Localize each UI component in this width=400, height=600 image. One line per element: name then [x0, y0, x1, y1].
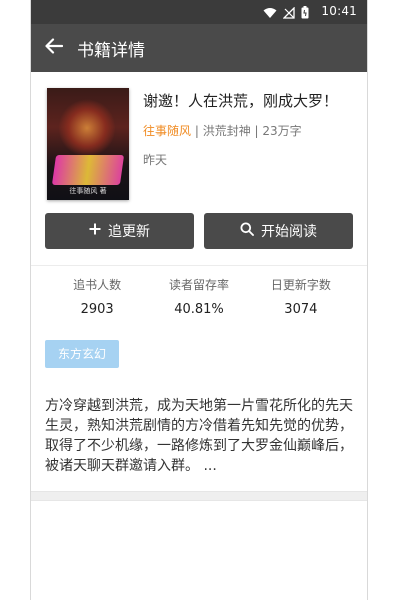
cover-author: 往事随风 著 — [69, 187, 107, 195]
book-description[interactable]: 方冷穿越到洪荒，成为天地第一片雪花所化的先天生灵，熟知洪荒剧情的方冷借着先知先觉… — [31, 368, 367, 476]
stat-daily-words: 日更新字数 3074 — [251, 276, 351, 317]
book-word-count: 23万字 — [262, 124, 302, 138]
plus-icon — [89, 223, 101, 239]
stat-label: 日更新字数 — [270, 278, 331, 292]
wifi-icon — [263, 7, 277, 19]
tag-genre[interactable]: 东方玄幻 — [45, 340, 119, 368]
meta-separator: | — [194, 124, 203, 138]
battery-icon — [301, 6, 309, 19]
start-reading-label: 开始阅读 — [261, 224, 317, 240]
back-button[interactable] — [31, 24, 77, 72]
cover-artwork — [59, 98, 115, 158]
tag-list: 东方玄幻 — [31, 317, 367, 368]
section-separator — [31, 491, 367, 501]
book-header: 往事随风 著 谢邀！人在洪荒，刚成大罗！ 往事随风 | 洪荒封神 | 23万字 … — [31, 72, 367, 207]
back-arrow-icon — [45, 38, 64, 58]
stat-followers: 追书人数 2903 — [47, 276, 147, 317]
stat-value: 2903 — [80, 302, 114, 317]
action-buttons: 追更新 开始阅读 — [31, 213, 367, 249]
signal-off-icon — [283, 6, 295, 19]
book-author[interactable]: 往事随风 — [143, 124, 191, 138]
book-info: 谢邀！人在洪荒，刚成大罗！ 往事随风 | 洪荒封神 | 23万字 昨天 — [143, 90, 357, 168]
follow-updates-label: 追更新 — [108, 224, 150, 240]
book-category: 洪荒封神 — [202, 124, 251, 138]
stat-label: 读者留存率 — [168, 278, 229, 292]
book-stats: 追书人数 2903 读者留存率 40.81% 日更新字数 3074 — [31, 266, 367, 317]
stat-retention: 读者留存率 40.81% — [149, 276, 249, 317]
stat-value: 40.81% — [174, 302, 224, 317]
book-meta: 往事随风 | 洪荒封神 | 23万字 — [143, 122, 357, 139]
status-icons — [263, 6, 309, 19]
app-bar: 书籍详情 — [31, 24, 367, 72]
phone-screen: 10:41 书籍详情 往事随风 著 谢邀！人在洪荒，刚成大罗！ 往事随风 | 洪… — [30, 0, 368, 600]
page-title: 书籍详情 — [77, 40, 145, 61]
start-reading-button[interactable]: 开始阅读 — [204, 213, 353, 249]
cover-title-art — [51, 155, 125, 185]
status-time: 10:41 — [321, 4, 357, 18]
follow-updates-button[interactable]: 追更新 — [45, 213, 194, 249]
book-updated: 昨天 — [143, 153, 168, 167]
stat-label: 追书人数 — [73, 278, 122, 292]
status-bar: 10:41 — [31, 0, 367, 24]
book-cover[interactable]: 往事随风 著 — [47, 88, 129, 200]
search-icon — [240, 222, 254, 240]
stat-value: 3074 — [284, 302, 318, 317]
book-title: 谢邀！人在洪荒，刚成大罗！ — [143, 92, 339, 110]
